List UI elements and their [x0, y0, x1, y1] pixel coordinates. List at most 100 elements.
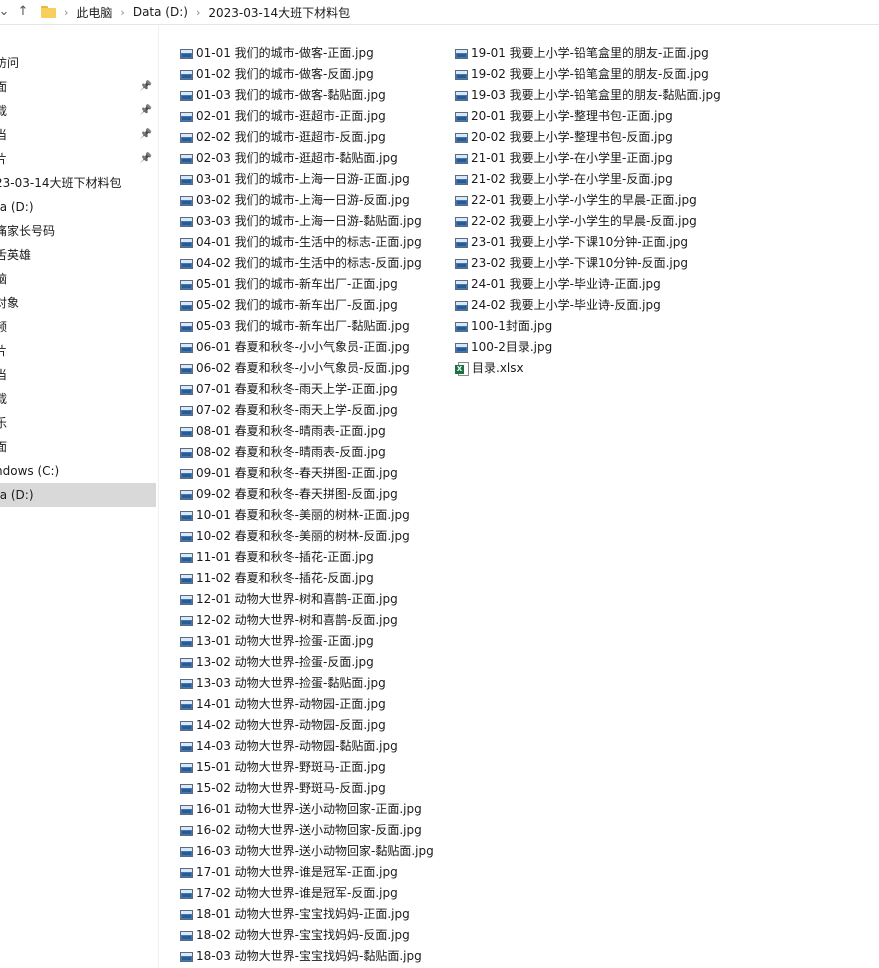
- breadcrumb-this-pc[interactable]: 此电脑: [76, 4, 112, 21]
- breadcrumb-drive-d[interactable]: Data (D:): [133, 5, 188, 19]
- file-name: 01-01 我们的城市-做客-正面.jpg: [196, 46, 374, 60]
- file-item[interactable]: 100-1封面.jpg: [455, 316, 552, 337]
- file-item[interactable]: X 目录.xlsx: [455, 358, 524, 379]
- file-item[interactable]: 04-01 我们的城市-生活中的标志-正面.jpg: [180, 232, 422, 253]
- chevron-down-icon[interactable]: ⌄: [0, 2, 14, 22]
- file-item[interactable]: 24-01 我要上小学-毕业诗-正面.jpg: [455, 274, 661, 295]
- nav-item[interactable]: 载 📌: [0, 99, 156, 123]
- file-item[interactable]: 100-2目录.jpg: [455, 337, 552, 358]
- file-item[interactable]: 16-02 动物大世界-送小动物回家-反面.jpg: [180, 820, 422, 841]
- nav-item[interactable]: 片 📌: [0, 147, 156, 171]
- up-arrow-icon[interactable]: ↑: [13, 2, 33, 22]
- file-item[interactable]: 02-03 我们的城市-逛超市-黏贴面.jpg: [180, 148, 398, 169]
- nav-item[interactable]: 痛家长号码: [0, 219, 156, 243]
- nav-item[interactable]: 频: [0, 315, 156, 339]
- nav-item[interactable]: 访问: [0, 51, 156, 75]
- nav-item[interactable]: 乐: [0, 411, 156, 435]
- nav-item[interactable]: 片: [0, 339, 156, 363]
- file-item[interactable]: 23-01 我要上小学-下课10分钟-正面.jpg: [455, 232, 688, 253]
- chevron-right-icon[interactable]: ›: [196, 6, 200, 19]
- file-name: 13-01 动物大世界-捡蛋-正面.jpg: [196, 634, 374, 648]
- file-name: 01-02 我们的城市-做客-反面.jpg: [196, 67, 374, 81]
- file-item[interactable]: 08-02 春夏和秋冬-晴雨表-反面.jpg: [180, 442, 386, 463]
- file-item[interactable]: 11-02 春夏和秋冬-插花-反面.jpg: [180, 568, 374, 589]
- file-item[interactable]: 13-03 动物大世界-捡蛋-黏贴面.jpg: [180, 673, 386, 694]
- image-file-icon: [455, 48, 468, 59]
- file-item[interactable]: 02-02 我们的城市-逛超市-反面.jpg: [180, 127, 386, 148]
- nav-item[interactable]: ndows (C:): [0, 459, 156, 483]
- nav-item[interactable]: 面 📌: [0, 75, 156, 99]
- file-item[interactable]: 01-02 我们的城市-做客-反面.jpg: [180, 64, 374, 85]
- file-item[interactable]: 12-02 动物大世界-树和喜鹊-反面.jpg: [180, 610, 398, 631]
- file-item[interactable]: 16-03 动物大世界-送小动物回家-黏贴面.jpg: [180, 841, 434, 862]
- file-item[interactable]: 13-02 动物大世界-捡蛋-反面.jpg: [180, 652, 374, 673]
- nav-item[interactable]: 舌英雄: [0, 243, 156, 267]
- file-item[interactable]: 05-01 我们的城市-新车出厂-正面.jpg: [180, 274, 398, 295]
- file-item[interactable]: 03-01 我们的城市-上海一日游-正面.jpg: [180, 169, 410, 190]
- nav-item[interactable]: 脑: [0, 267, 156, 291]
- file-item[interactable]: 05-02 我们的城市-新车出厂-反面.jpg: [180, 295, 398, 316]
- image-file-icon: [180, 888, 193, 899]
- breadcrumb-current-folder[interactable]: 2023-03-14大班下材料包: [208, 4, 350, 21]
- file-item[interactable]: 22-02 我要上小学-小学生的早晨-反面.jpg: [455, 211, 697, 232]
- file-item[interactable]: 21-02 我要上小学-在小学里-反面.jpg: [455, 169, 673, 190]
- file-item[interactable]: 02-01 我们的城市-逛超市-正面.jpg: [180, 106, 386, 127]
- address-bar: ⌄ ↑ › 此电脑 › Data (D:) › 2023-03-14大班下材料包: [0, 0, 879, 25]
- file-item[interactable]: 07-02 春夏和秋冬-雨天上学-反面.jpg: [180, 400, 398, 421]
- file-item[interactable]: 20-02 我要上小学-整理书包-反面.jpg: [455, 127, 673, 148]
- nav-item[interactable]: 当 📌: [0, 123, 156, 147]
- nav-item[interactable]: ta (D:): [0, 483, 156, 507]
- file-item[interactable]: 22-01 我要上小学-小学生的早晨-正面.jpg: [455, 190, 697, 211]
- file-item[interactable]: 10-01 春夏和秋冬-美丽的树林-正面.jpg: [180, 505, 410, 526]
- file-item[interactable]: 20-01 我要上小学-整理书包-正面.jpg: [455, 106, 673, 127]
- nav-item[interactable]: 当: [0, 363, 156, 387]
- file-item[interactable]: 15-02 动物大世界-野斑马-反面.jpg: [180, 778, 386, 799]
- file-item[interactable]: 24-02 我要上小学-毕业诗-反面.jpg: [455, 295, 661, 316]
- file-item[interactable]: 17-02 动物大世界-谁是冠军-反面.jpg: [180, 883, 398, 904]
- file-item[interactable]: 18-02 动物大世界-宝宝找妈妈-反面.jpg: [180, 925, 410, 946]
- file-item[interactable]: 23-02 我要上小学-下课10分钟-反面.jpg: [455, 253, 688, 274]
- image-file-icon: [180, 573, 193, 584]
- file-item[interactable]: 15-01 动物大世界-野斑马-正面.jpg: [180, 757, 386, 778]
- chevron-right-icon[interactable]: ›: [120, 6, 124, 19]
- file-item[interactable]: 09-02 春夏和秋冬-春天拼图-反面.jpg: [180, 484, 398, 505]
- file-item[interactable]: 07-01 春夏和秋冬-雨天上学-正面.jpg: [180, 379, 398, 400]
- file-item[interactable]: 09-01 春夏和秋冬-春天拼图-正面.jpg: [180, 463, 398, 484]
- pane-divider[interactable]: [158, 26, 159, 968]
- chevron-right-icon[interactable]: ›: [64, 6, 68, 19]
- file-item[interactable]: 12-01 动物大世界-树和喜鹊-正面.jpg: [180, 589, 398, 610]
- nav-item[interactable]: ta (D:): [0, 195, 156, 219]
- file-item[interactable]: 05-03 我们的城市-新车出厂-黏贴面.jpg: [180, 316, 410, 337]
- file-item[interactable]: 11-01 春夏和秋冬-插花-正面.jpg: [180, 547, 374, 568]
- image-file-icon: [455, 237, 468, 248]
- file-item[interactable]: 19-01 我要上小学-铅笔盒里的朋友-正面.jpg: [455, 43, 709, 64]
- nav-item-label: 23-03-14大班下材料包: [0, 176, 122, 190]
- nav-item[interactable]: 对象: [0, 291, 156, 315]
- file-item[interactable]: 06-01 春夏和秋冬-小小气象员-正面.jpg: [180, 337, 410, 358]
- file-item[interactable]: 03-03 我们的城市-上海一日游-黏贴面.jpg: [180, 211, 422, 232]
- file-item[interactable]: 14-03 动物大世界-动物园-黏贴面.jpg: [180, 736, 398, 757]
- file-item[interactable]: 16-01 动物大世界-送小动物回家-正面.jpg: [180, 799, 422, 820]
- file-item[interactable]: 14-01 动物大世界-动物园-正面.jpg: [180, 694, 386, 715]
- file-name: 16-02 动物大世界-送小动物回家-反面.jpg: [196, 823, 422, 837]
- file-item[interactable]: 04-02 我们的城市-生活中的标志-反面.jpg: [180, 253, 422, 274]
- file-item[interactable]: 01-03 我们的城市-做客-黏贴面.jpg: [180, 85, 386, 106]
- file-item[interactable]: 08-01 春夏和秋冬-晴雨表-正面.jpg: [180, 421, 386, 442]
- file-item[interactable]: 19-03 我要上小学-铅笔盒里的朋友-黏贴面.jpg: [455, 85, 721, 106]
- image-file-icon: [180, 363, 193, 374]
- file-item[interactable]: 18-03 动物大世界-宝宝找妈妈-黏贴面.jpg: [180, 946, 422, 967]
- nav-item[interactable]: 面: [0, 435, 156, 459]
- file-item[interactable]: 21-01 我要上小学-在小学里-正面.jpg: [455, 148, 673, 169]
- file-item[interactable]: 03-02 我们的城市-上海一日游-反面.jpg: [180, 190, 410, 211]
- file-item[interactable]: 19-02 我要上小学-铅笔盒里的朋友-反面.jpg: [455, 64, 709, 85]
- nav-item[interactable]: 载: [0, 387, 156, 411]
- file-item[interactable]: 18-01 动物大世界-宝宝找妈妈-正面.jpg: [180, 904, 410, 925]
- file-item[interactable]: 17-01 动物大世界-谁是冠军-正面.jpg: [180, 862, 398, 883]
- file-item[interactable]: 01-01 我们的城市-做客-正面.jpg: [180, 43, 374, 64]
- file-item[interactable]: 06-02 春夏和秋冬-小小气象员-反面.jpg: [180, 358, 410, 379]
- nav-item[interactable]: 23-03-14大班下材料包: [0, 171, 156, 195]
- file-name: 10-01 春夏和秋冬-美丽的树林-正面.jpg: [196, 508, 410, 522]
- file-item[interactable]: 10-02 春夏和秋冬-美丽的树林-反面.jpg: [180, 526, 410, 547]
- file-item[interactable]: 14-02 动物大世界-动物园-反面.jpg: [180, 715, 386, 736]
- file-item[interactable]: 13-01 动物大世界-捡蛋-正面.jpg: [180, 631, 374, 652]
